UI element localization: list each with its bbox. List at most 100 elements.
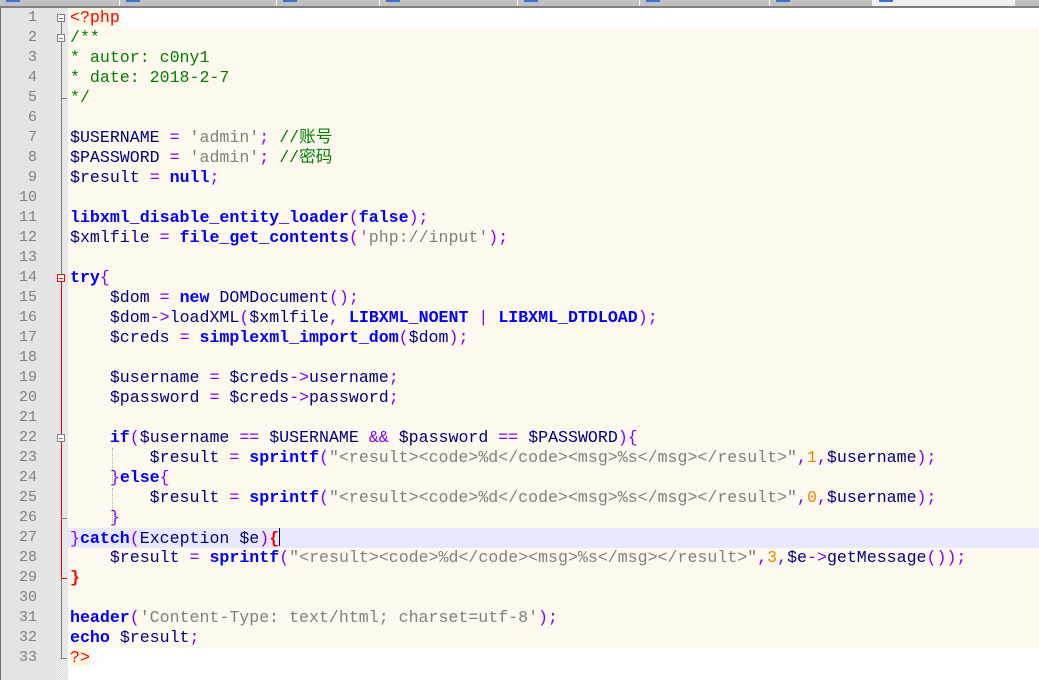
code-text: $dom->loadXML($xmlfile, LIBXML_NOENT | L… [70, 308, 658, 328]
token-var: $username [139, 428, 230, 447]
token-var: $creds [229, 368, 290, 387]
code-line[interactable]: $result = sprintf("<result><code>%d</cod… [68, 448, 1039, 468]
file-tab[interactable] [380, 0, 518, 6]
fold-toggle-icon[interactable] [57, 14, 65, 22]
code-line[interactable] [68, 348, 1039, 368]
code-line[interactable]: $xmlfile = file_get_contents('php://inpu… [68, 228, 1039, 248]
token-plain: getMessage [826, 548, 927, 567]
code-line[interactable]: try{ [68, 268, 1039, 288]
token-com: /** [70, 28, 100, 47]
token-kw: try [70, 268, 100, 287]
line-number: 32 [18, 629, 37, 646]
code-line[interactable]: if($username == $USERNAME && $password =… [68, 428, 1039, 448]
token-kw: new [179, 288, 210, 307]
code-line[interactable] [68, 408, 1039, 428]
code-line[interactable]: $dom->loadXML($xmlfile, LIBXML_NOENT | L… [68, 308, 1039, 328]
code-line[interactable]: $result = null; [68, 168, 1039, 188]
token-brace: { [269, 529, 280, 548]
fold-toggle-icon[interactable] [57, 274, 65, 282]
fold-toggle-icon[interactable] [57, 34, 65, 42]
token-var: $result [149, 448, 220, 467]
code-editor[interactable]: 1 2 3 4 5 6 7 8 9 10 11 12 13 14 15 16 17 18 19 20 21 22 23 24 2… [0, 8, 1039, 680]
file-tab[interactable] [277, 0, 380, 6]
code-line[interactable]: $PASSWORD = 'admin'; //密码 [68, 148, 1039, 168]
file-icon [879, 0, 893, 2]
code-line[interactable]: } [68, 568, 1039, 588]
code-line[interactable]: $username = $creds->username; [68, 368, 1039, 388]
token-op: ( [348, 208, 359, 227]
token-var: $result [109, 548, 180, 567]
token-var: $PASSWORD [70, 148, 160, 167]
token-var: $result [119, 628, 190, 647]
file-icon [386, 0, 400, 2]
code-line[interactable]: */ [68, 88, 1039, 108]
file-tab[interactable] [0, 0, 120, 6]
token-op: ; [209, 168, 220, 187]
code-line[interactable]: $dom = new DOMDocument(); [68, 288, 1039, 308]
token-op: -> [149, 308, 170, 327]
token-op: = [169, 128, 180, 147]
token-str: 'admin' [189, 128, 260, 147]
code-line[interactable]: }catch(Exception $e){ [68, 528, 1039, 548]
token-op: ; [189, 628, 200, 647]
file-tab[interactable] [120, 0, 277, 6]
token-kw: false [358, 208, 409, 227]
line-number: 19 [18, 369, 37, 386]
file-icon [776, 0, 790, 2]
line-number: 2 [27, 29, 37, 46]
file-tab[interactable] [518, 0, 640, 6]
token-op: ); [488, 228, 509, 247]
line-number-gutter: 1 2 3 4 5 6 7 8 9 10 11 12 13 14 15 16 17 18 19 20 21 22 23 24 2… [0, 8, 55, 680]
code-line[interactable] [68, 248, 1039, 268]
code-line[interactable] [68, 188, 1039, 208]
code-line[interactable] [68, 588, 1039, 608]
code-line[interactable]: $result = sprintf("<result><code>%d</cod… [68, 488, 1039, 508]
token-fn: sprintf [209, 548, 280, 567]
fold-margin[interactable] [55, 8, 68, 680]
code-line[interactable]: $creds = simplexml_import_dom($dom); [68, 328, 1039, 348]
code-line[interactable]: /** [68, 28, 1039, 48]
code-text: ?> [70, 648, 90, 668]
code-line[interactable]: }else{ [68, 468, 1039, 488]
code-line[interactable]: header('Content-Type: text/html; charset… [68, 608, 1039, 628]
token-op: ()); [926, 548, 967, 567]
code-text: <?php [70, 8, 120, 28]
token-op: , [797, 488, 807, 507]
code-line[interactable]: ?> [68, 648, 1039, 668]
code-line[interactable]: } [68, 508, 1039, 528]
token-var: $creds [229, 388, 290, 407]
token-var: $result [149, 488, 220, 507]
code-line[interactable]: $result = sprintf("<result><code>%d</cod… [68, 548, 1039, 568]
token-num: 0 [806, 488, 817, 507]
code-line[interactable]: * date: 2018-2-7 [68, 68, 1039, 88]
code-text: $USERNAME = 'admin'; //账号 [70, 128, 332, 148]
token-var: $xmlfile [70, 228, 150, 247]
code-line[interactable]: libxml_disable_entity_loader(false); [68, 208, 1039, 228]
code-line[interactable]: * autor: c0ny1 [68, 48, 1039, 68]
file-tab[interactable] [640, 0, 770, 6]
fold-line [61, 282, 62, 578]
code-line[interactable] [68, 108, 1039, 128]
code-line[interactable]: <?php [68, 8, 1039, 28]
fold-toggle-icon[interactable] [57, 434, 65, 442]
fold-end [61, 518, 67, 519]
code-area[interactable]: <?php/** * autor: c0ny1 * date: 2018-2-7 */… [68, 8, 1039, 680]
code-line[interactable]: $password = $creds->password; [68, 388, 1039, 408]
code-line[interactable]: $USERNAME = 'admin'; //账号 [68, 128, 1039, 148]
file-tab[interactable] [770, 0, 873, 6]
file-tab[interactable] [873, 0, 1015, 6]
token-op: = [149, 168, 160, 187]
token-op: = [179, 328, 190, 347]
line-number: 16 [18, 309, 37, 326]
token-var: $dom [109, 288, 150, 307]
code-line[interactable]: echo $result; [68, 628, 1039, 648]
